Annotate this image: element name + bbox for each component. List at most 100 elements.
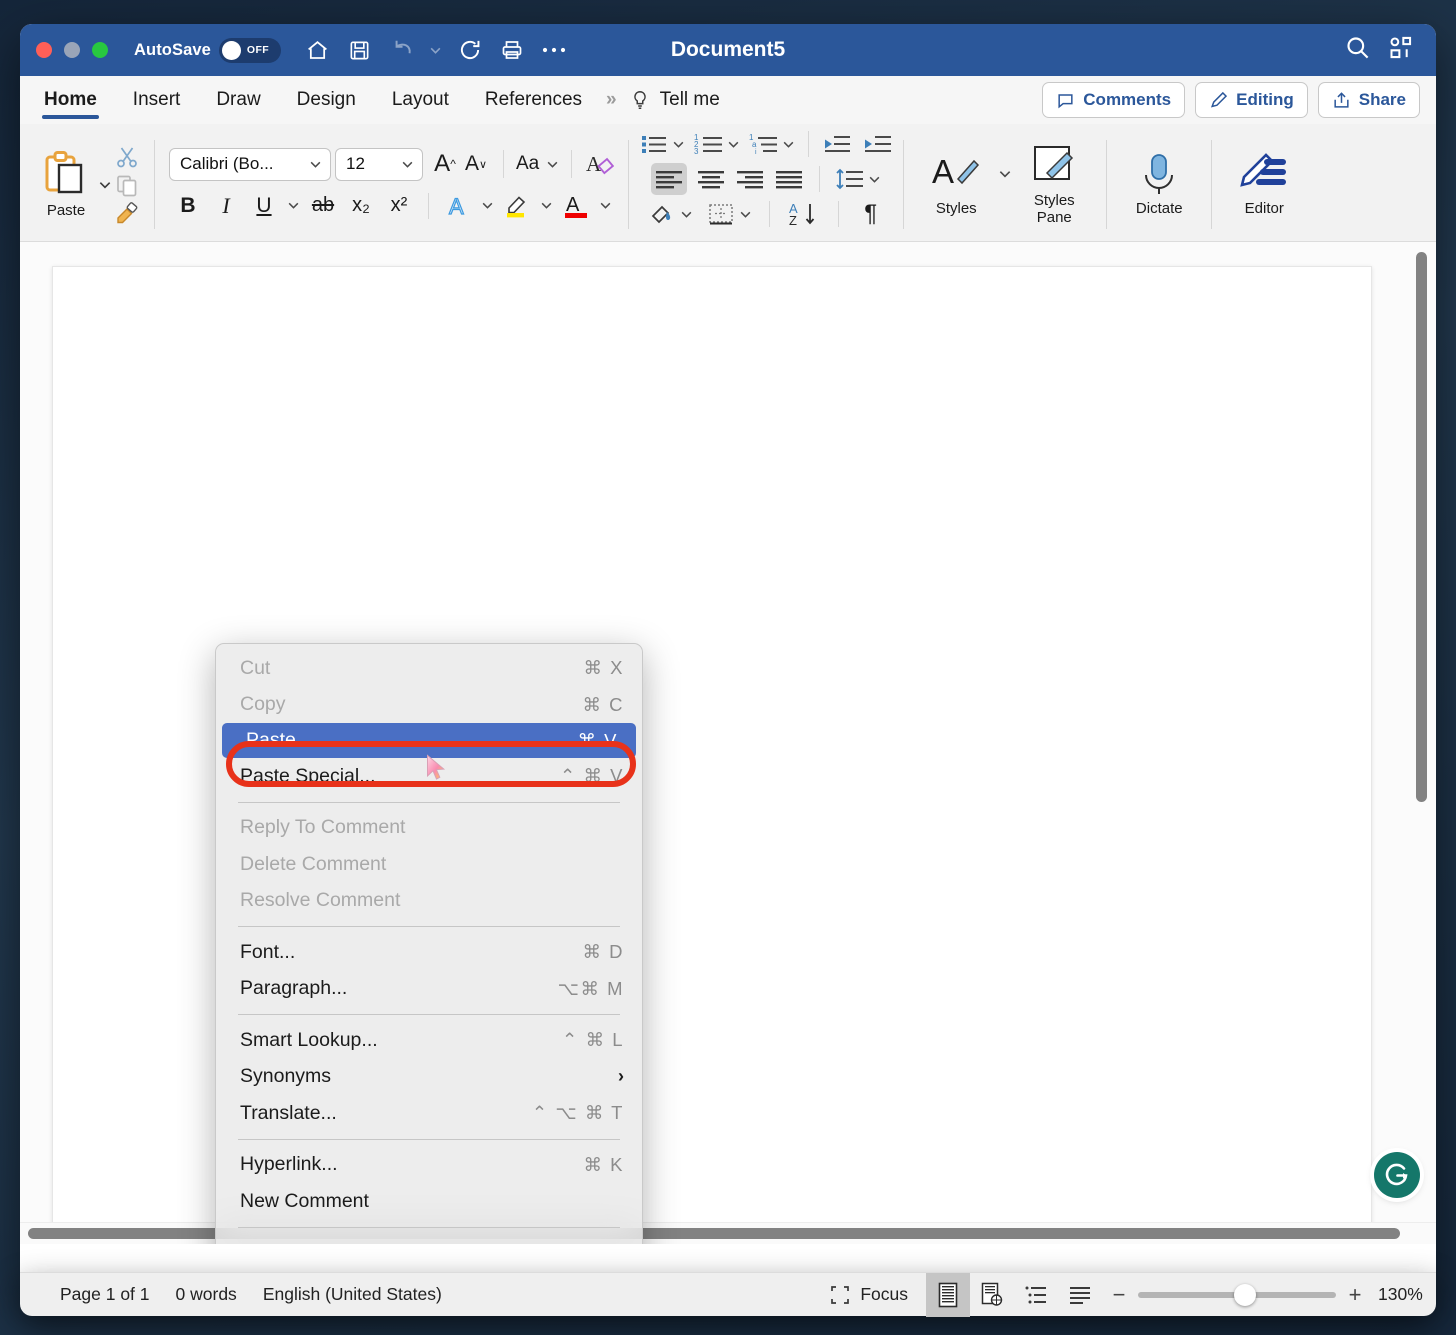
clear-formatting-button[interactable]: A <box>584 148 614 180</box>
decrease-indent-button[interactable] <box>822 128 852 160</box>
multilevel-list-button[interactable]: 1ai <box>749 128 779 160</box>
line-spacing-chevron-down-icon[interactable] <box>868 173 881 186</box>
vertical-scrollbar[interactable] <box>1414 246 1432 1240</box>
menu-item-copy[interactable]: Copy ⌘ C <box>216 687 642 724</box>
focus-mode-button[interactable]: Focus <box>812 1284 926 1305</box>
zoom-slider-handle[interactable] <box>1234 1284 1256 1306</box>
font-color-chevron-down-icon[interactable] <box>599 199 612 212</box>
shading-chevron-down-icon[interactable] <box>680 208 693 221</box>
format-painter-icon[interactable] <box>114 201 140 225</box>
undo-icon[interactable] <box>381 30 423 70</box>
change-case-button[interactable]: Aa <box>516 148 559 180</box>
shrink-font-button[interactable]: A∨ <box>461 148 491 180</box>
menu-item-delete-comment[interactable]: Delete Comment <box>216 846 642 883</box>
zoom-control[interactable]: − + <box>1102 1282 1378 1308</box>
autosave-control[interactable]: AutoSave OFF <box>134 38 281 63</box>
menu-item-hyperlink[interactable]: Hyperlink... ⌘ K <box>216 1147 642 1184</box>
strikethrough-button[interactable]: ab <box>308 190 338 222</box>
styles-button[interactable]: A Styles <box>918 151 994 217</box>
align-left-button[interactable] <box>651 163 687 195</box>
zoom-in-button[interactable]: + <box>1346 1282 1364 1308</box>
tab-layout[interactable]: Layout <box>374 76 467 124</box>
context-menu[interactable]: Cut ⌘ X Copy ⌘ C Paste ⌘ V Paste Special… <box>215 643 643 1244</box>
language-label[interactable]: English (United States) <box>263 1284 442 1305</box>
text-effects-button[interactable]: A <box>443 190 473 222</box>
window-controls[interactable] <box>36 42 108 58</box>
menu-item-resolve-comment[interactable]: Resolve Comment <box>216 883 642 920</box>
word-count-label[interactable]: 0 words <box>176 1284 237 1305</box>
minimize-window-button[interactable] <box>64 42 80 58</box>
bullets-chevron-down-icon[interactable] <box>672 138 685 151</box>
outline-view-icon[interactable] <box>1014 1273 1058 1317</box>
font-size-select[interactable]: 12 <box>335 148 423 181</box>
page-count-label[interactable]: Page 1 of 1 <box>60 1284 150 1305</box>
undo-dropdown-chevron-down-icon[interactable] <box>423 30 449 70</box>
multilevel-chevron-down-icon[interactable] <box>782 138 795 151</box>
cut-icon[interactable] <box>114 145 140 169</box>
superscript-button[interactable]: x² <box>384 190 414 222</box>
web-layout-view-icon[interactable] <box>970 1273 1014 1317</box>
menu-item-font[interactable]: Font... ⌘ D <box>216 934 642 971</box>
tab-insert[interactable]: Insert <box>115 76 199 124</box>
menu-item-reply-to-comment[interactable]: Reply To Comment <box>216 810 642 847</box>
highlight-color-button[interactable] <box>502 190 532 222</box>
menu-item-smart-lookup[interactable]: Smart Lookup... ⌃ ⌘ L <box>216 1022 642 1059</box>
menu-item-translate[interactable]: Translate... ⌃ ⌥ ⌘ T <box>216 1095 642 1132</box>
vertical-scrollbar-thumb[interactable] <box>1416 252 1427 802</box>
numbering-chevron-down-icon[interactable] <box>727 138 740 151</box>
line-spacing-button[interactable] <box>835 163 865 195</box>
editor-button[interactable]: Editor <box>1226 151 1302 217</box>
comments-button[interactable]: Comments <box>1042 82 1185 118</box>
menu-item-new-comment[interactable]: New Comment <box>216 1183 642 1220</box>
menu-item-cut[interactable]: Cut ⌘ X <box>216 650 642 687</box>
draft-view-icon[interactable] <box>1058 1273 1102 1317</box>
editing-button[interactable]: Editing <box>1195 82 1308 118</box>
justify-button[interactable] <box>774 163 804 195</box>
zoom-out-button[interactable]: − <box>1110 1282 1128 1308</box>
tell-me-button[interactable]: Tell me <box>629 89 720 111</box>
align-right-button[interactable] <box>735 163 765 195</box>
underline-button[interactable]: U <box>249 190 279 222</box>
zoom-slider[interactable] <box>1138 1292 1336 1298</box>
shading-button[interactable] <box>647 198 677 230</box>
tab-references[interactable]: References <box>467 76 600 124</box>
tab-design[interactable]: Design <box>279 76 374 124</box>
italic-button[interactable]: I <box>211 190 241 222</box>
zoom-percent-label[interactable]: 130% <box>1378 1284 1436 1305</box>
align-center-button[interactable] <box>696 163 726 195</box>
more-options-ellipsis-icon[interactable] <box>533 30 575 70</box>
print-icon[interactable] <box>491 30 533 70</box>
grammarly-button[interactable] <box>1374 1152 1420 1198</box>
font-color-button[interactable]: A <box>561 190 591 222</box>
autosave-toggle[interactable]: OFF <box>219 38 281 63</box>
styles-pane-button[interactable]: StylesPane <box>1016 143 1092 225</box>
numbering-button[interactable]: 123 <box>694 128 724 160</box>
tab-overflow-chevron-icon[interactable]: » <box>600 89 623 111</box>
show-formatting-marks-button[interactable]: ¶ <box>856 198 886 230</box>
maximize-window-button[interactable] <box>92 42 108 58</box>
bold-button[interactable]: B <box>173 190 203 222</box>
menu-item-synonyms[interactable]: Synonyms › <box>216 1059 642 1096</box>
tab-home[interactable]: Home <box>26 76 115 124</box>
borders-chevron-down-icon[interactable] <box>739 208 752 221</box>
highlight-chevron-down-icon[interactable] <box>540 199 553 212</box>
bullets-button[interactable] <box>639 128 669 160</box>
tab-draw[interactable]: Draw <box>198 76 278 124</box>
close-window-button[interactable] <box>36 42 52 58</box>
ribbon-display-options-icon[interactable] <box>1387 34 1414 66</box>
font-family-select[interactable]: Calibri (Bo... <box>169 148 331 181</box>
paste-chevron-down-icon[interactable] <box>98 178 112 192</box>
underline-chevron-down-icon[interactable] <box>287 199 300 212</box>
paste-button[interactable]: Paste <box>30 150 102 219</box>
share-button[interactable]: Share <box>1318 82 1420 118</box>
text-effects-chevron-down-icon[interactable] <box>481 199 494 212</box>
dictate-button[interactable]: Dictate <box>1121 151 1197 217</box>
document-canvas[interactable]: Cut ⌘ X Copy ⌘ C Paste ⌘ V Paste Special… <box>20 242 1436 1244</box>
print-layout-view-icon[interactable] <box>926 1273 970 1317</box>
menu-item-paragraph[interactable]: Paragraph... ⌥⌘ M <box>216 971 642 1008</box>
menu-item-insert-from-iphone-or-ipad[interactable]: Insert from iPhone or iPad › <box>216 1235 642 1245</box>
save-icon[interactable] <box>339 30 381 70</box>
menu-item-paste[interactable]: Paste ⌘ V <box>222 723 636 758</box>
increase-indent-button[interactable] <box>863 128 893 160</box>
grow-font-button[interactable]: A^ <box>427 148 457 180</box>
